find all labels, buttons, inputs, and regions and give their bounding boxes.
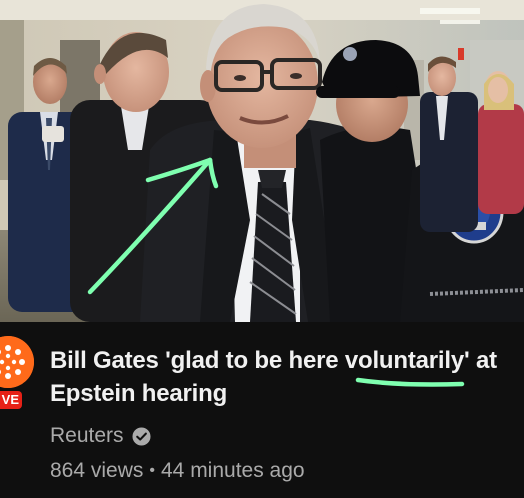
upload-age: 44 minutes ago	[161, 459, 305, 482]
thumbnail-image	[0, 0, 524, 322]
live-badge: VE	[0, 391, 22, 409]
reuters-logo-icon	[0, 336, 34, 388]
channel-link[interactable]: Reuters	[50, 424, 151, 448]
video-metadata: VE Bill Gates 'glad to be here voluntari…	[0, 322, 524, 498]
video-stats: 864 views • 44 minutes ago	[50, 459, 305, 483]
video-title[interactable]: Bill Gates 'glad to be here voluntarily'…	[50, 344, 522, 410]
view-count: 864 views	[50, 459, 144, 482]
video-thumbnail[interactable]	[0, 0, 524, 322]
video-card[interactable]: VE Bill Gates 'glad to be here voluntari…	[0, 0, 524, 498]
stats-separator: •	[149, 462, 155, 479]
verified-check-icon	[132, 426, 151, 446]
channel-avatar[interactable]	[0, 336, 34, 388]
channel-name: Reuters	[50, 424, 124, 447]
